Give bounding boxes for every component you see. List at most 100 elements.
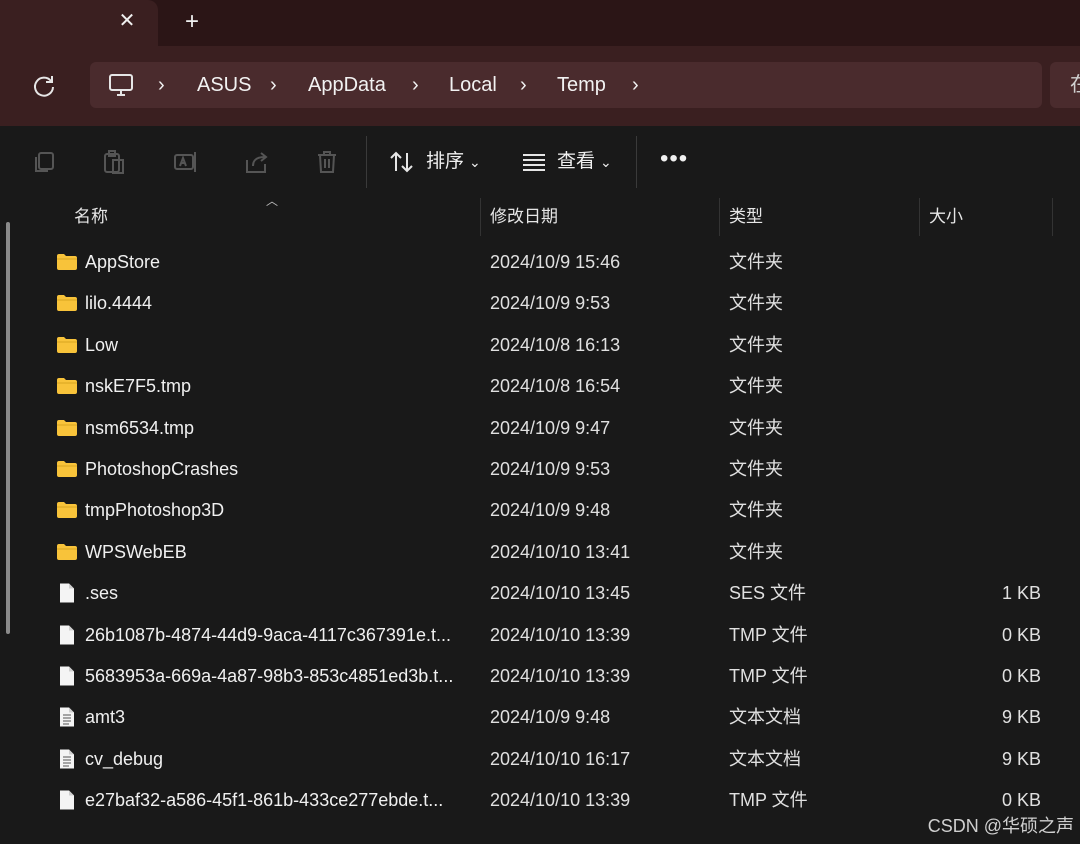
file-row[interactable]: amt3 2024/10/9 9:48 文本文档 9 KB [30,697,1060,738]
this-pc-icon[interactable] [108,72,134,98]
file-modified-date: 2024/10/9 9:48 [490,707,611,728]
breadcrumb-chevron-icon[interactable]: › [632,62,639,108]
file-row[interactable]: cv_debug 2024/10/10 16:17 文本文档 9 KB [30,739,1060,780]
file-row[interactable]: lilo.4444 2024/10/9 9:53 文件夹 [30,283,1060,324]
file-name: 26b1087b-4874-44d9-9aca-4117c367391e.t..… [85,624,451,645]
file-row[interactable]: 26b1087b-4874-44d9-9aca-4117c367391e.t..… [30,615,1060,656]
file-modified-date: 2024/10/10 13:39 [490,624,631,645]
search-box[interactable]: 在 [1050,62,1080,108]
column-modified-header[interactable]: 修改日期 [490,198,558,236]
share-icon[interactable] [243,148,271,176]
file-row[interactable]: nsm6534.tmp 2024/10/9 9:47 文件夹 [30,408,1060,449]
column-divider[interactable] [919,198,920,236]
view-label: 查看 [557,151,596,172]
title-bar: ✕ + [0,0,1080,46]
breadcrumb-temp[interactable]: Temp [557,62,606,108]
file-type: 文件夹 [729,376,783,397]
text-document-icon [56,707,78,727]
file-row[interactable]: AppStore 2024/10/9 15:46 文件夹 [30,242,1060,283]
column-type-header[interactable]: 类型 [729,198,763,236]
file-name: tmpPhotoshop3D [85,500,225,521]
file-size: 9 KB [1001,707,1041,728]
refresh-icon[interactable] [30,72,58,100]
file-icon [56,625,78,645]
file-modified-date: 2024/10/9 9:53 [490,459,611,479]
folder-icon [56,376,78,396]
more-options-icon[interactable]: ••• [660,144,688,180]
file-name: nsm6534.tmp [85,417,195,438]
file-type: 文本文档 [729,748,801,769]
new-tab-icon[interactable]: + [180,10,204,34]
file-row[interactable]: tmpPhotoshop3D 2024/10/9 9:48 文件夹 [30,490,1060,531]
column-name-header[interactable]: 名称 [74,198,108,236]
file-modified-date: 2024/10/10 16:17 [490,748,631,769]
breadcrumb-asus[interactable]: ASUS [197,62,251,108]
folder-icon [56,459,78,479]
file-type: TMP 文件 [729,666,808,686]
file-modified-date: 2024/10/10 13:39 [490,790,631,811]
address-bar[interactable]: › ASUS › AppData › Local › Temp › [90,62,1042,108]
file-name: PhotoshopCrashes [85,459,239,479]
file-type: TMP 文件 [729,624,808,645]
file-name: WPSWebEB [85,541,187,562]
file-row[interactable]: Low 2024/10/8 16:13 文件夹 [30,325,1060,366]
breadcrumb-chevron-icon[interactable]: › [520,62,527,108]
close-tab-icon[interactable]: ✕ [116,10,138,32]
vertical-scrollbar[interactable] [6,222,10,634]
file-type: TMP 文件 [729,790,808,811]
view-button[interactable]: 查看 ⌄ [520,144,620,180]
file-name: AppStore [85,252,161,272]
sort-icon [390,151,413,173]
file-row[interactable]: e27baf32-a586-45f1-861b-433ce277ebde.t..… [30,780,1060,821]
delete-icon[interactable] [313,148,341,176]
column-divider[interactable] [719,198,720,236]
folder-icon [56,418,78,438]
file-name: e27baf32-a586-45f1-861b-433ce277ebde.t..… [85,790,444,811]
command-bar: 排序 ⌄ 查看 ⌄ ••• [0,126,1080,199]
file-row[interactable]: nskE7F5.tmp 2024/10/8 16:54 文件夹 [30,366,1060,407]
search-box-label: 在 [1070,62,1080,108]
file-list: ︿ 名称 修改日期 类型 大小 AppStore 2024/10/9 15:46 文… [0,194,1080,844]
breadcrumb-local[interactable]: Local [449,62,497,108]
file-modified-date: 2024/10/9 9:53 [490,293,611,314]
file-row[interactable]: WPSWebEB 2024/10/10 13:41 文件夹 [30,532,1060,573]
file-name: .ses [85,583,119,604]
folder-icon [56,335,78,355]
file-row[interactable]: 5683953a-669a-4a87-98b3-853c4851ed3b.t..… [30,656,1060,697]
file-modified-date: 2024/10/10 13:41 [490,541,631,562]
column-divider[interactable] [1052,198,1053,236]
navigation-bar: › ASUS › AppData › Local › Temp › 在 [0,46,1080,126]
copy-icon[interactable] [30,148,58,176]
file-name: amt3 [85,707,126,728]
breadcrumb-chevron-icon[interactable]: › [158,62,165,108]
folder-icon [56,252,78,272]
file-modified-date: 2024/10/9 9:48 [490,500,611,521]
file-name: 5683953a-669a-4a87-98b3-853c4851ed3b.t..… [85,666,454,686]
column-size-header[interactable]: 大小 [929,198,963,236]
file-row[interactable]: .ses 2024/10/10 13:45 SES 文件 1 KB [30,573,1060,614]
breadcrumb-chevron-icon[interactable]: › [412,62,419,108]
file-size: 0 KB [1001,666,1041,686]
file-icon [56,790,78,810]
file-type: 文件夹 [729,252,783,272]
breadcrumb-appdata[interactable]: AppData [308,62,386,108]
view-dropdown-icon: ⌄ [600,154,612,170]
file-type: 文本文档 [729,707,801,728]
column-divider[interactable] [480,198,481,236]
active-tab[interactable]: ✕ [0,0,158,46]
file-modified-date: 2024/10/10 13:45 [490,583,631,604]
file-type: 文件夹 [729,500,783,521]
paste-icon[interactable] [100,148,128,176]
file-icon [56,583,78,603]
file-modified-date: 2024/10/10 13:39 [490,666,631,686]
sort-button[interactable]: 排序 ⌄ [388,144,488,180]
file-type: 文件夹 [729,459,783,479]
text-document-icon [56,749,78,769]
rename-icon[interactable] [172,148,200,176]
file-name: cv_debug [85,748,164,769]
breadcrumb-chevron-icon[interactable]: › [270,62,277,108]
folder-icon [56,542,78,562]
file-row[interactable]: PhotoshopCrashes 2024/10/9 9:53 文件夹 [30,449,1060,490]
view-list-icon [523,154,545,171]
sort-ascending-icon: ︿ [266,194,279,208]
